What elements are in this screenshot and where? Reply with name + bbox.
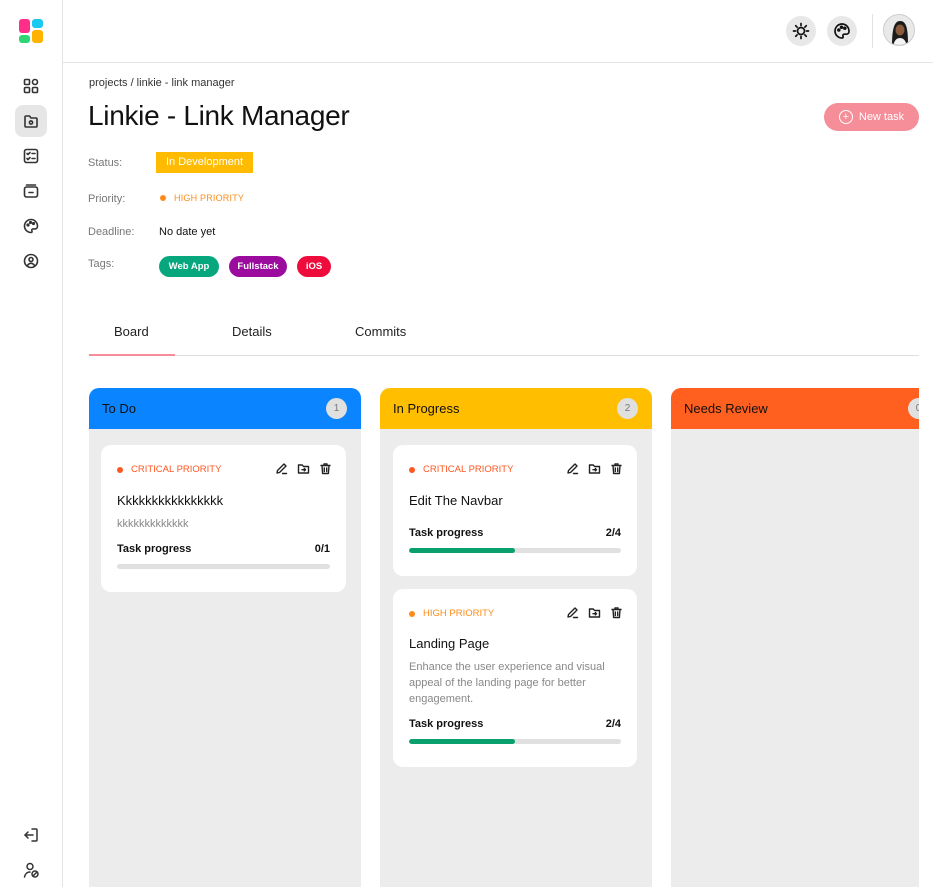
user-avatar[interactable] <box>883 14 915 46</box>
edit-icon[interactable] <box>566 462 579 475</box>
card-description: kkkkkkkkkkkkk <box>117 518 189 530</box>
new-task-label: New task <box>858 111 905 123</box>
task-card[interactable]: HIGH PRIORITY Landing Page Enhance the u… <box>393 589 637 767</box>
status-badge[interactable]: In Development <box>156 152 254 173</box>
tabs-divider <box>89 355 919 356</box>
trash-icon[interactable] <box>319 462 332 475</box>
deadline-label: Deadline: <box>88 226 135 238</box>
priority-value: HIGH PRIORITY <box>174 193 245 203</box>
sidebar <box>0 0 63 887</box>
theme-toggle-button[interactable] <box>786 16 816 46</box>
tags-label: Tags: <box>88 258 115 270</box>
nav-themes[interactable] <box>15 210 47 242</box>
palette-icon <box>834 23 850 39</box>
card-title: Landing Page <box>409 636 490 651</box>
priority-label: Priority: <box>88 193 126 205</box>
edit-icon[interactable] <box>275 462 288 475</box>
deadline-value[interactable]: No date yet <box>159 226 215 238</box>
tasks-checklist-icon <box>23 148 39 164</box>
page-title: Linkie - Link Manager <box>88 100 350 131</box>
trash-icon[interactable] <box>610 462 623 475</box>
priority-dot-icon <box>160 195 166 201</box>
progress-label: Task progress <box>409 718 484 730</box>
profile-icon <box>23 253 39 269</box>
sun-icon <box>792 22 810 40</box>
column-title: In Progress <box>393 401 460 416</box>
tag-fullstack[interactable]: Fullstack <box>229 256 287 277</box>
tab-board[interactable]: Board <box>114 324 149 339</box>
nav-projects[interactable] <box>15 105 47 137</box>
card-actions <box>275 462 332 475</box>
column-title: To Do <box>102 401 136 416</box>
card-title: Edit The Navbar <box>409 493 503 508</box>
column-in-progress: In Progress 2 CRITICAL PRIORITY Edit The… <box>380 388 652 887</box>
task-card[interactable]: CRITICAL PRIORITY Edit The Navbar Task p… <box>393 445 637 576</box>
projects-folder-icon <box>24 115 38 128</box>
column-needs-review: Needs Review 0 <box>671 388 919 887</box>
user-settings-button[interactable] <box>22 861 40 879</box>
priority-dot-icon <box>409 466 415 473</box>
card-priority: CRITICAL PRIORITY <box>117 464 221 475</box>
nav-profile[interactable] <box>15 245 47 277</box>
app-logo[interactable] <box>19 19 43 43</box>
column-header-todo: To Do 1 <box>89 388 361 429</box>
top-bar <box>63 0 933 63</box>
card-description: Enhance the user experience and visual a… <box>409 661 605 705</box>
move-folder-icon[interactable] <box>588 606 601 619</box>
column-count: 2 <box>617 398 638 419</box>
progress-label: Task progress <box>409 527 484 539</box>
column-header-needs-review: Needs Review 0 <box>671 388 919 429</box>
column-header-in-progress: In Progress 2 <box>380 388 652 429</box>
inbox-icon <box>23 184 39 198</box>
move-folder-icon[interactable] <box>588 462 601 475</box>
column-todo: To Do 1 CRITICAL PRIORITY Kkkkkkkkkkkkkk… <box>89 388 361 887</box>
card-actions <box>566 462 623 475</box>
tab-commits[interactable]: Commits <box>355 324 406 339</box>
progress-bar <box>409 739 621 744</box>
progress-value: 2/4 <box>605 718 621 730</box>
card-priority: HIGH PRIORITY <box>409 608 494 619</box>
move-folder-icon[interactable] <box>297 462 310 475</box>
header-divider <box>872 14 873 48</box>
priority-indicator[interactable]: HIGH PRIORITY <box>160 193 244 203</box>
card-priority: CRITICAL PRIORITY <box>409 464 513 475</box>
progress-value: 0/1 <box>314 543 330 555</box>
palette-button[interactable] <box>827 16 857 46</box>
card-priority-label: CRITICAL PRIORITY <box>423 464 514 475</box>
breadcrumb[interactable]: projects / linkie - link manager <box>89 77 235 89</box>
logout-button[interactable] <box>22 826 40 844</box>
progress-bar <box>409 548 621 553</box>
plus-circle-icon: + <box>838 110 853 124</box>
nav-dashboard[interactable] <box>15 70 47 102</box>
dashboard-icon <box>23 78 39 94</box>
new-task-button[interactable]: + New task <box>824 103 919 131</box>
nav-tasks[interactable] <box>15 140 47 172</box>
column-title: Needs Review <box>684 401 768 416</box>
column-count: 0 <box>908 398 919 419</box>
palette-icon <box>23 218 39 234</box>
card-priority-label: CRITICAL PRIORITY <box>131 464 222 475</box>
progress-value: 2/4 <box>605 527 621 539</box>
column-count: 1 <box>326 398 347 419</box>
tag-ios[interactable]: iOS <box>297 256 331 277</box>
tab-details[interactable]: Details <box>232 324 272 339</box>
status-label: Status: <box>88 157 123 169</box>
trash-icon[interactable] <box>610 606 623 619</box>
nav-inbox[interactable] <box>15 175 47 207</box>
card-priority-label: HIGH PRIORITY <box>423 608 495 619</box>
tag-web-app[interactable]: Web App <box>159 256 219 277</box>
priority-dot-icon <box>409 610 415 617</box>
edit-icon[interactable] <box>566 606 579 619</box>
user-settings-icon <box>23 862 39 878</box>
progress-bar <box>117 564 330 569</box>
progress-label: Task progress <box>117 543 192 555</box>
active-tab-indicator <box>89 354 175 356</box>
logout-icon <box>24 828 38 842</box>
task-card[interactable]: CRITICAL PRIORITY Kkkkkkkkkkkkkkkk kkkkk… <box>101 445 346 592</box>
card-actions <box>566 606 623 619</box>
card-title: Kkkkkkkkkkkkkkkk <box>117 493 224 508</box>
priority-dot-icon <box>117 466 123 473</box>
